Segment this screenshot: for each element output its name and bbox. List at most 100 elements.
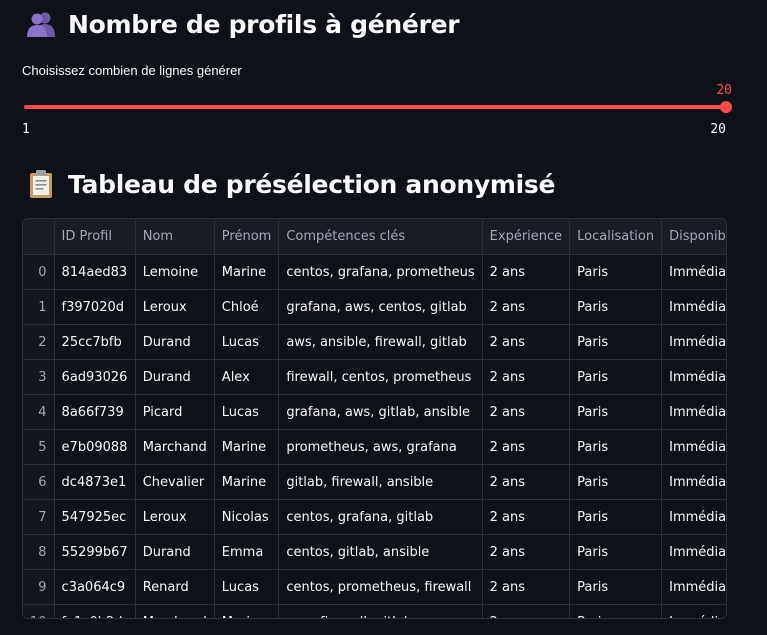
experience-header[interactable]: Expérience bbox=[482, 219, 571, 255]
table-cell[interactable]: Immédiatement bbox=[661, 289, 726, 325]
table-row[interactable]: 5 e7b09088 Marchand Marine prometheus, aws, … bbox=[23, 429, 726, 465]
table-cell[interactable]: 2 ans bbox=[482, 499, 571, 535]
table-cell[interactable]: Immédiatement bbox=[661, 324, 726, 360]
table-cell[interactable]: Immédiatement bbox=[661, 254, 726, 290]
row-index[interactable]: 1 bbox=[23, 289, 55, 325]
row-index[interactable]: 6 bbox=[23, 464, 55, 500]
table-cell[interactable]: Alex bbox=[214, 359, 280, 395]
table-cell[interactable]: Leroux bbox=[135, 289, 215, 325]
disponibilite-header[interactable]: Disponibilité bbox=[661, 219, 726, 255]
slider-thumb[interactable] bbox=[720, 101, 732, 113]
table-cell[interactable]: 2 ans bbox=[482, 534, 571, 570]
table-cell[interactable]: Renard bbox=[135, 569, 215, 605]
table-cell[interactable]: Chloé bbox=[214, 289, 280, 325]
localisation-header[interactable]: Localisation bbox=[569, 219, 663, 255]
table-row[interactable]: 10fa1c0b2dMarchandMarineaws, firewall, g… bbox=[23, 604, 726, 618]
table-cell[interactable]: centos, grafana, prometheus bbox=[278, 254, 483, 290]
table-row[interactable]: 0 814aed83 Lemoine Marine centos, grafana, p… bbox=[23, 254, 726, 290]
table-cell[interactable]: 2 ans bbox=[482, 324, 571, 360]
table-cell[interactable]: Picard bbox=[135, 394, 215, 430]
row-index[interactable]: 3 bbox=[23, 359, 55, 395]
table-cell[interactable]: Immédiatement bbox=[661, 464, 726, 500]
table-cell[interactable]: Paris bbox=[569, 499, 663, 535]
table-cell[interactable]: 55299b67 bbox=[54, 534, 136, 570]
table-cell[interactable]: Paris bbox=[569, 394, 663, 430]
table-row[interactable]: 8 55299b67 Durand Emma centos, gitlab, ansib… bbox=[23, 534, 726, 570]
table-cell[interactable]: Immédiatement bbox=[661, 359, 726, 395]
table-cell[interactable]: Immédiatement bbox=[661, 394, 726, 430]
profiles-dataframe[interactable]: ID Profil Nom Prénom Compétences clés Expéri… bbox=[22, 218, 727, 619]
table-cell[interactable]: e7b09088 bbox=[54, 429, 136, 465]
table-cell[interactable]: Marine bbox=[214, 604, 280, 618]
table-cell[interactable]: 2 ans bbox=[482, 569, 571, 605]
table-cell[interactable]: centos, gitlab, ansible bbox=[278, 534, 483, 570]
table-cell[interactable]: Durand bbox=[135, 534, 215, 570]
table-cell[interactable]: 814aed83 bbox=[54, 254, 136, 290]
index-header[interactable] bbox=[23, 219, 55, 255]
table-cell[interactable]: Paris bbox=[569, 534, 663, 570]
table-cell[interactable]: Lemoine bbox=[135, 254, 215, 290]
table-cell[interactable]: aws, firewall, gitlab bbox=[278, 604, 483, 618]
table-cell[interactable]: firewall, centos, prometheus bbox=[278, 359, 483, 395]
nom-header[interactable]: Nom bbox=[135, 219, 215, 255]
table-cell[interactable]: Immédiatement bbox=[661, 569, 726, 605]
table-row[interactable]: 7 547925ec Leroux Nicolas centos, grafana, g… bbox=[23, 499, 726, 535]
table-cell[interactable]: Emma bbox=[214, 534, 280, 570]
table-row[interactable]: 6 dc4873e1 Chevalier Marine gitlab, firewall… bbox=[23, 464, 726, 500]
table-cell[interactable]: 2 ans bbox=[482, 394, 571, 430]
table-row[interactable]: 4 8a66f739 Picard Lucas grafana, aws, gitlab… bbox=[23, 394, 726, 430]
table-cell[interactable]: centos, prometheus, firewall bbox=[278, 569, 483, 605]
table-cell[interactable]: Paris bbox=[569, 429, 663, 465]
row-index[interactable]: 8 bbox=[23, 534, 55, 570]
table-cell[interactable]: f397020d bbox=[54, 289, 136, 325]
row-index[interactable]: 10 bbox=[23, 604, 55, 618]
table-cell[interactable]: Paris bbox=[569, 359, 663, 395]
table-cell[interactable]: 2 ans bbox=[482, 429, 571, 465]
table-cell[interactable]: centos, grafana, gitlab bbox=[278, 499, 483, 535]
table-cell[interactable]: Immédiatement bbox=[661, 534, 726, 570]
table-cell[interactable]: 6ad93026 bbox=[54, 359, 136, 395]
table-cell[interactable]: Paris bbox=[569, 604, 663, 618]
table-cell[interactable]: prometheus, aws, grafana bbox=[278, 429, 483, 465]
table-cell[interactable]: 2 ans bbox=[482, 254, 571, 290]
table-cell[interactable]: Durand bbox=[135, 324, 215, 360]
table-cell[interactable]: Immédiatement bbox=[661, 429, 726, 465]
table-cell[interactable]: c3a064c9 bbox=[54, 569, 136, 605]
table-cell[interactable]: Paris bbox=[569, 289, 663, 325]
table-cell[interactable]: Lucas bbox=[214, 394, 280, 430]
table-cell[interactable]: 2 ans bbox=[482, 464, 571, 500]
table-row[interactable]: 9 c3a064c9 Renard Lucas centos, prometheus, … bbox=[23, 569, 726, 605]
row-index[interactable]: 4 bbox=[23, 394, 55, 430]
table-cell[interactable]: Marine bbox=[214, 429, 280, 465]
table-cell[interactable]: grafana, aws, centos, gitlab bbox=[278, 289, 483, 325]
table-cell[interactable]: Marine bbox=[214, 254, 280, 290]
table-cell[interactable]: Leroux bbox=[135, 499, 215, 535]
row-index[interactable]: 9 bbox=[23, 569, 55, 605]
table-cell[interactable]: Immédiatement bbox=[661, 604, 726, 618]
table-cell[interactable]: Marine bbox=[214, 464, 280, 500]
row-index[interactable]: 5 bbox=[23, 429, 55, 465]
table-cell[interactable]: 2 ans bbox=[482, 359, 571, 395]
table-row[interactable]: 3 6ad93026 Durand Alex firewall, centos, pro… bbox=[23, 359, 726, 395]
table-cell[interactable]: Paris bbox=[569, 569, 663, 605]
id-profil-header[interactable]: ID Profil bbox=[54, 219, 136, 255]
table-cell[interactable]: Immédiatement bbox=[661, 499, 726, 535]
table-cell[interactable]: Lucas bbox=[214, 569, 280, 605]
row-index[interactable]: 2 bbox=[23, 324, 55, 360]
table-cell[interactable]: 2 ans bbox=[482, 289, 571, 325]
table-cell[interactable]: gitlab, firewall, ansible bbox=[278, 464, 483, 500]
table-cell[interactable]: Lucas bbox=[214, 324, 280, 360]
row-index[interactable]: 0 bbox=[23, 254, 55, 290]
table-cell[interactable]: dc4873e1 bbox=[54, 464, 136, 500]
table-cell[interactable]: Marchand bbox=[135, 429, 215, 465]
table-cell[interactable]: grafana, aws, gitlab, ansible bbox=[278, 394, 483, 430]
table-cell[interactable]: Chevalier bbox=[135, 464, 215, 500]
table-cell[interactable]: Paris bbox=[569, 254, 663, 290]
table-cell[interactable]: Paris bbox=[569, 324, 663, 360]
row-index[interactable]: 7 bbox=[23, 499, 55, 535]
rows-slider[interactable] bbox=[24, 101, 732, 113]
table-cell[interactable]: 8a66f739 bbox=[54, 394, 136, 430]
table-cell[interactable]: 547925ec bbox=[54, 499, 136, 535]
table-cell[interactable]: Paris bbox=[569, 464, 663, 500]
table-cell[interactable]: 25cc7bfb bbox=[54, 324, 136, 360]
